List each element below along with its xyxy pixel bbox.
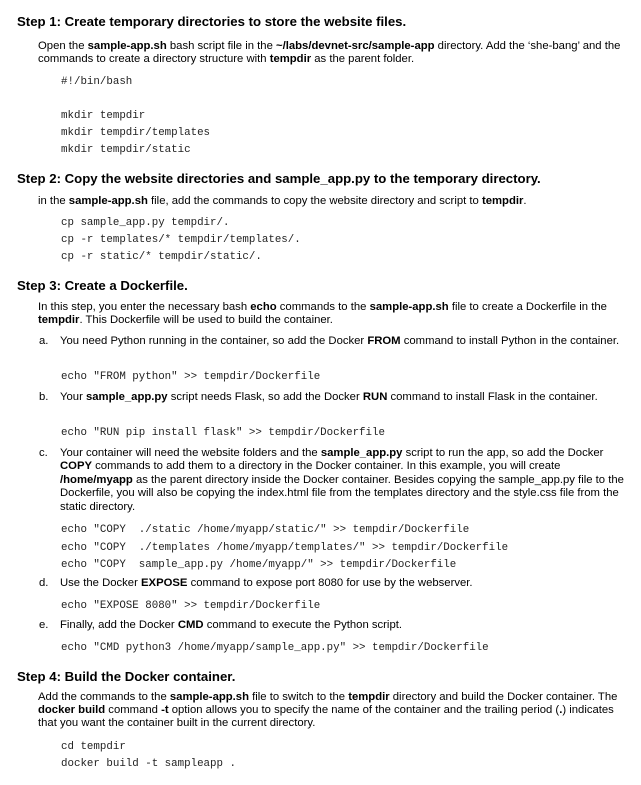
item-code: echo "RUN pip install flask" >> tempdir/… xyxy=(61,425,385,442)
bold-term: tempdir xyxy=(269,53,312,65)
step-4-code-block: cd tempdir docker build -t sampleapp . xyxy=(61,739,236,773)
item-text: You need Python running in the container… xyxy=(60,335,620,347)
code-line: #!/bin/bash xyxy=(61,76,133,88)
item-letter: c. xyxy=(39,447,48,459)
step-2-code-block: cp sample_app.py tempdir/. cp -r template… xyxy=(61,215,301,266)
code-line: echo "CMD python3 /home/myapp/sample_app… xyxy=(61,642,489,654)
item-code: echo "CMD python3 /home/myapp/sample_app… xyxy=(61,640,489,657)
bold-term: tempdir xyxy=(348,691,390,703)
step-1-heading: Step 1: Create temporary directories to … xyxy=(17,14,407,29)
step-3-paragraph: In this step, you enter the necessary ba… xyxy=(38,301,607,326)
item-code: echo "EXPOSE 8080" >> tempdir/Dockerfile xyxy=(61,598,320,615)
bold-term: EXPOSE xyxy=(141,577,188,589)
code-line: echo "FROM python" >> tempdir/Dockerfile xyxy=(61,371,321,383)
step-3-heading: Step 3: Create a Dockerfile. xyxy=(17,278,188,293)
item-letter: a. xyxy=(39,335,49,347)
code-line: docker build -t sampleapp . xyxy=(61,758,236,770)
bold-term: CMD xyxy=(177,619,204,631)
item-text: Your sample_app.py script needs Flask, s… xyxy=(60,391,598,403)
bold-term: tempdir xyxy=(481,195,524,207)
code-line: cp -r templates/* tempdir/templates/. xyxy=(61,234,301,246)
code-line: echo "COPY sample_app.py /home/myapp/" >… xyxy=(61,559,457,571)
bold-term: -t xyxy=(161,704,169,716)
bold-term: sample-app.sh xyxy=(68,195,148,207)
step-4-paragraph: Add the commands to the sample-app.sh fi… xyxy=(38,691,618,729)
item-letter: e. xyxy=(39,619,49,631)
code-line: echo "COPY ./static /home/myapp/static/"… xyxy=(61,524,470,536)
code-line: echo "RUN pip install flask" >> tempdir/… xyxy=(61,427,385,439)
code-line: mkdir tempdir/templates xyxy=(61,127,211,139)
item-text: Use the Docker EXPOSE command to expose … xyxy=(60,577,473,589)
step-4-heading: Step 4: Build the Docker container. xyxy=(17,669,236,684)
item-code: echo "FROM python" >> tempdir/Dockerfile xyxy=(61,369,320,386)
bold-term: sample_app.py xyxy=(85,391,168,403)
bold-term: ~/labs/devnet-src/sample-app xyxy=(276,40,435,52)
item-letter: b. xyxy=(39,391,49,403)
code-line: mkdir tempdir xyxy=(61,110,146,122)
bold-term: . xyxy=(559,704,563,716)
bold-term: /home/myapp xyxy=(60,473,133,486)
bold-term: sample-app.sh xyxy=(87,40,167,52)
code-line: cd tempdir xyxy=(61,741,126,753)
bold-term: sample_app.py xyxy=(320,447,403,459)
bold-term: echo xyxy=(250,301,277,313)
bold-term: docker build xyxy=(38,704,106,716)
code-line: mkdir tempdir/static xyxy=(61,144,191,156)
code-line: echo "COPY ./templates /home/myapp/templ… xyxy=(61,541,509,554)
bold-term: sample-app.sh xyxy=(369,301,449,313)
document-page: Step 1: Create temporary directories to … xyxy=(0,0,641,785)
bold-term: COPY xyxy=(60,460,93,473)
step-1-paragraph: Open the sample-app.sh bash script file … xyxy=(38,40,621,65)
item-letter: d. xyxy=(39,577,49,589)
item-text: Finally, add the Docker CMD command to e… xyxy=(60,619,403,631)
code-line: echo "EXPOSE 8080" >> tempdir/Dockerfile xyxy=(61,600,321,612)
step-2-heading: Step 2: Copy the website directories and… xyxy=(17,171,541,186)
bold-term: tempdir xyxy=(38,314,80,326)
step-1-code-block: #!/bin/bash mkdir tempdir mkdir tempdir/te… xyxy=(61,74,210,159)
bold-term: RUN xyxy=(362,391,388,403)
step-2-paragraph: in the sample-app.sh file, add the comma… xyxy=(38,195,527,207)
bold-term: FROM xyxy=(367,335,401,347)
code-line: cp -r static/* tempdir/static/. xyxy=(61,251,262,263)
code-line: cp sample_app.py tempdir/. xyxy=(61,217,230,229)
item-code: echo "COPY ./static /home/myapp/static/"… xyxy=(61,522,508,575)
item-text: Your container will need the website fol… xyxy=(60,447,624,513)
bold-term: sample-app.sh xyxy=(169,691,249,703)
